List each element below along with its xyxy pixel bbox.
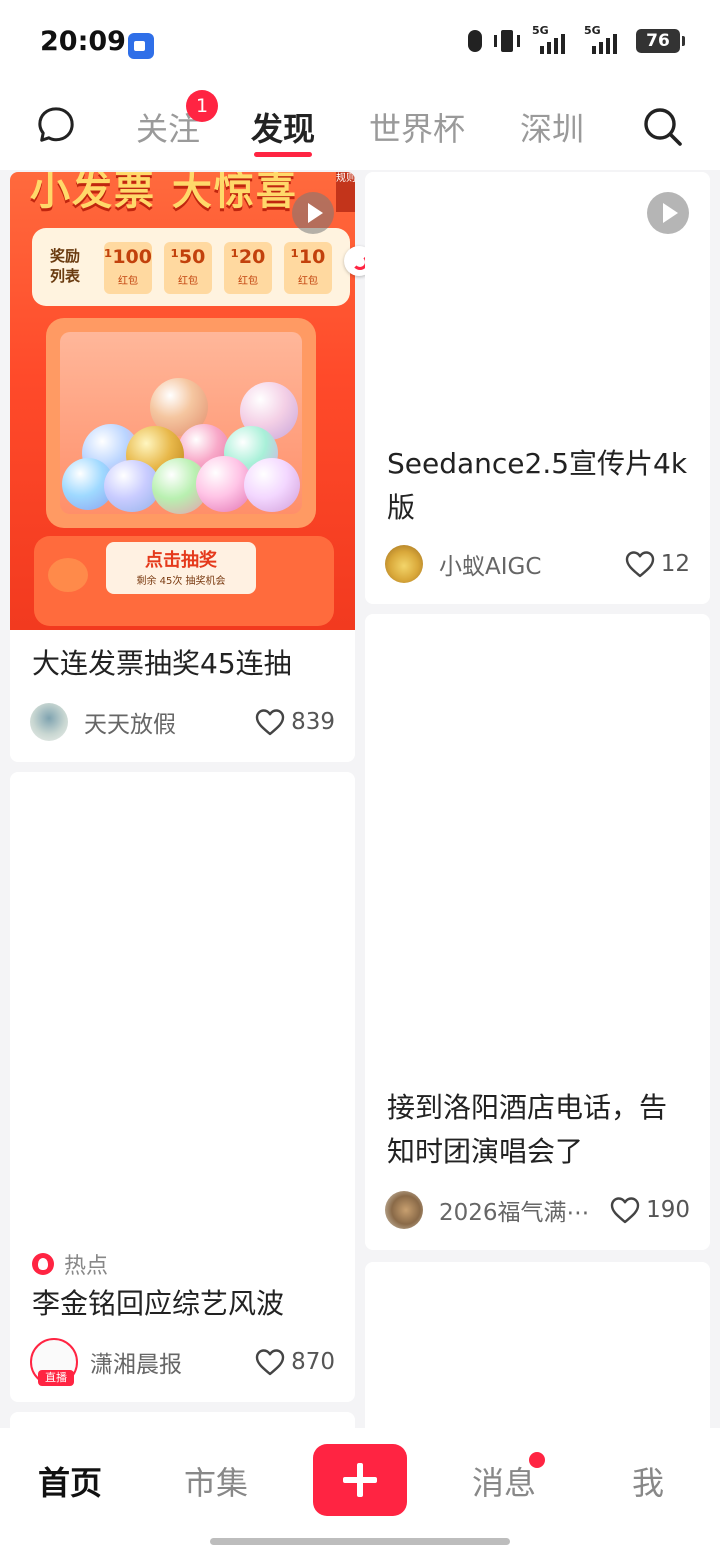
prize-list: 奖励列表 ¹100 红包 ¹50 红包 ¹20 红包 ¹10 红包 — [32, 228, 350, 306]
feed-card[interactable]: 接到洛阳酒店电话，告知时团演唱会了 2026福气满⋯ 190 — [365, 614, 710, 1250]
heart-icon — [610, 1197, 640, 1224]
author-name[interactable]: 天天放假 — [84, 705, 255, 739]
promo-headline: 小发票 大惊喜 — [30, 172, 298, 214]
rules-label: 规则 — [336, 172, 355, 212]
like-count: 12 — [660, 551, 690, 577]
author-name[interactable]: 2026福气满⋯ — [439, 1193, 610, 1227]
battery-icon: 76 — [636, 29, 685, 53]
nav-home[interactable]: 首页 — [38, 1458, 102, 1504]
play-icon — [292, 192, 334, 234]
tab-discover[interactable]: 发现 — [251, 104, 315, 150]
tab-world-cup[interactable]: 世界杯 — [369, 104, 465, 150]
microphone-icon — [468, 30, 482, 52]
avatar[interactable]: 直播 — [30, 1338, 78, 1386]
author-name[interactable]: 小蚁AIGC — [439, 547, 625, 581]
card-meta: 直播 潇湘晨报 870 — [30, 1338, 335, 1386]
signal-icon: 5G — [532, 24, 572, 54]
feed-card[interactable]: Seedance2.5宣传片4k版 小蚁AIGC 12 — [365, 172, 710, 604]
card-title[interactable]: 接到洛阳酒店电话，告知时团演唱会了 — [387, 1086, 687, 1174]
card-meta: 小蚁AIGC 12 — [385, 544, 690, 584]
bottom-nav: 首页 市集 消息 我 — [0, 1428, 720, 1562]
feed-card[interactable] — [365, 1262, 710, 1442]
like-button[interactable]: 190 — [610, 1196, 690, 1224]
top-nav: 关注 1 发现 世界杯 深圳 — [0, 90, 720, 170]
unread-dot — [529, 1452, 545, 1468]
active-tab-indicator — [254, 152, 312, 157]
play-icon — [647, 192, 689, 234]
nav-market[interactable]: 市集 — [184, 1458, 248, 1504]
card-meta: 天天放假 839 — [30, 702, 335, 742]
nav-messages[interactable]: 消息 — [472, 1458, 536, 1504]
nav-me[interactable]: 我 — [632, 1458, 664, 1504]
video-app-icon — [128, 33, 154, 59]
flame-icon — [32, 1253, 54, 1275]
prize-list-label: 奖励列表 — [50, 247, 81, 285]
like-count: 190 — [646, 1197, 690, 1223]
prize-item: ¹50 红包 — [164, 242, 212, 294]
signal-icon: 5G — [584, 24, 624, 54]
avatar[interactable] — [385, 1191, 423, 1229]
avatar[interactable] — [30, 703, 68, 741]
avatar[interactable] — [385, 545, 423, 583]
tab-shenzhen[interactable]: 深圳 — [520, 104, 584, 150]
card-title[interactable]: Seedance2.5宣传片4k版 — [387, 442, 697, 530]
prize-item: ¹100 红包 — [104, 242, 152, 294]
add-post-button[interactable] — [313, 1444, 407, 1516]
live-badge: 直播 — [38, 1370, 74, 1386]
vibrate-icon — [494, 30, 520, 52]
card-title[interactable]: 大连发票抽奖45连抽 — [32, 642, 292, 686]
hot-tag: 热点 — [32, 1248, 108, 1280]
gacha-machine-illustration — [46, 318, 316, 528]
like-button[interactable]: 12 — [625, 550, 690, 578]
status-icons: 5G 5G 76 — [468, 24, 685, 54]
draw-button: 点击抽奖 剩余 45次 抽奖机会 — [106, 542, 256, 594]
feed-card[interactable]: 热点 李金铭回应综艺风波 直播 潇湘晨报 870 — [10, 772, 355, 1402]
hot-tag-label: 热点 — [64, 1254, 109, 1279]
like-count: 839 — [291, 709, 335, 735]
card-meta: 2026福气满⋯ 190 — [385, 1190, 690, 1230]
status-time: 20:09 — [40, 26, 126, 57]
status-bar: 20:09 5G 5G 76 — [0, 0, 720, 90]
card-cover-image[interactable]: 小发票 大惊喜 规则 奖励列表 ¹100 红包 ¹50 红包 ¹20 红包 ¹10 红包 — [10, 172, 355, 630]
search-icon[interactable] — [642, 106, 684, 148]
heart-icon — [625, 551, 654, 578]
home-indicator[interactable] — [210, 1538, 510, 1545]
machine-knob — [48, 558, 88, 592]
card-title[interactable]: 李金铭回应综艺风波 — [32, 1282, 284, 1326]
notification-badge: 1 — [186, 90, 218, 122]
heart-icon — [255, 709, 285, 736]
prize-item: ¹10 红包 — [284, 242, 332, 294]
like-count: 870 — [291, 1349, 335, 1375]
author-name[interactable]: 潇湘晨报 — [90, 1345, 255, 1379]
chat-bubble-icon[interactable] — [37, 106, 75, 144]
heart-icon — [255, 1349, 285, 1376]
like-button[interactable]: 870 — [255, 1348, 335, 1376]
like-button[interactable]: 839 — [255, 708, 335, 736]
prize-item: ¹20 红包 — [224, 242, 272, 294]
feed-card[interactable]: 小发票 大惊喜 规则 奖励列表 ¹100 红包 ¹50 红包 ¹20 红包 ¹10 红包 — [10, 172, 355, 762]
